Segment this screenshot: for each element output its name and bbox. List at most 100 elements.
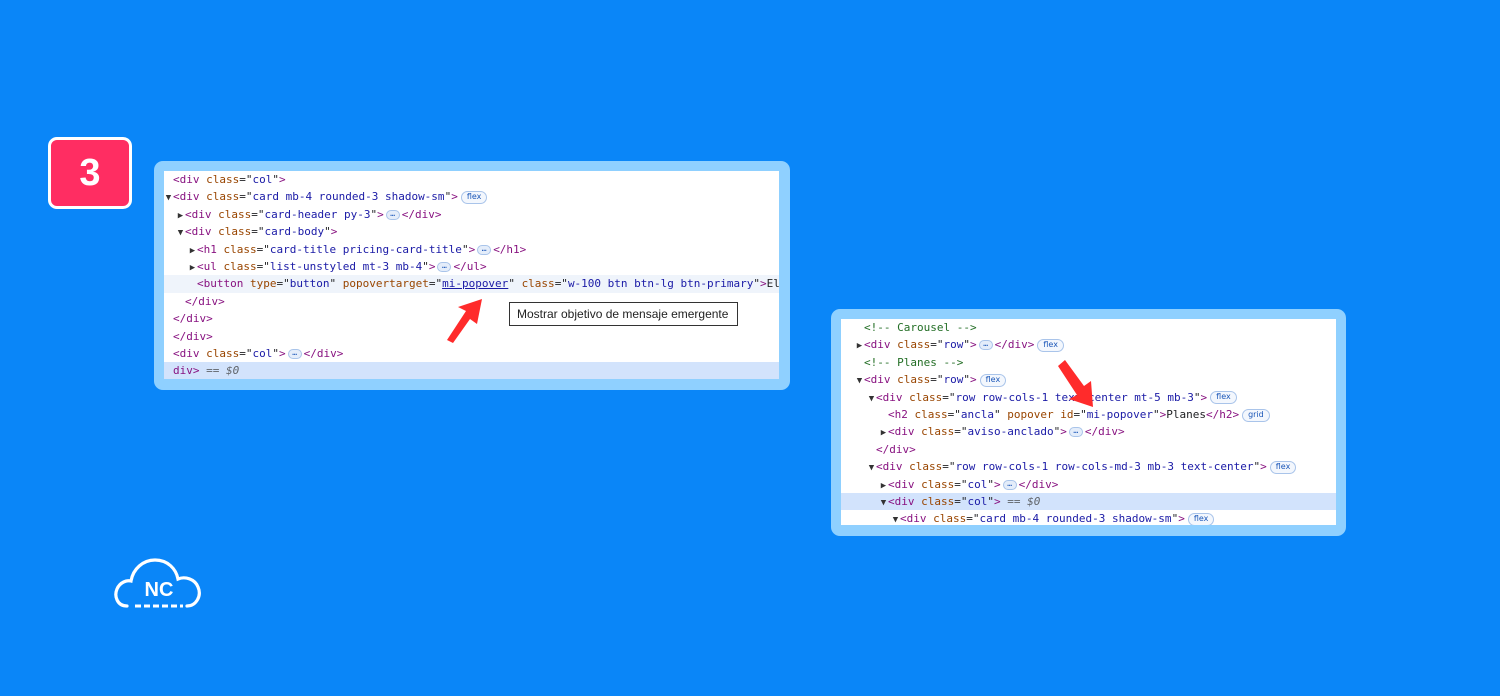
- code-token: class: [521, 277, 555, 291]
- code-token: >: [1178, 512, 1185, 525]
- code-token: col: [252, 173, 273, 186]
- layout-badge[interactable]: grid: [1242, 408, 1270, 422]
- code-token: col: [967, 495, 988, 508]
- code-token: card-title pricing-card-title: [269, 242, 462, 256]
- collapsed-ellipsis-icon[interactable]: …: [1002, 479, 1017, 490]
- code-token: ": [422, 260, 429, 273]
- code-token: button: [289, 277, 330, 291]
- dom-node-line[interactable]: ▶ <ul class="list-unstyled mt-3 mb-4">… </…: [164, 258, 779, 275]
- elements-tree-right: <!-- Carousel --> ▶ <div class="row">… </di…: [841, 319, 1336, 525]
- code-token: </div>: [401, 207, 442, 221]
- code-token: class: [206, 347, 240, 360]
- layout-badge[interactable]: flex: [1037, 338, 1064, 352]
- code-token: popover: [1007, 408, 1061, 421]
- code-token: =": [930, 338, 944, 352]
- code-token: </h2>: [1205, 408, 1240, 421]
- dom-node-line[interactable]: ▶ <h1 class="card-title pricing-card-titl…: [164, 241, 779, 258]
- dom-node-line[interactable]: <div class="col">: [164, 171, 779, 188]
- collapsed-ellipsis-icon[interactable]: …: [477, 244, 492, 255]
- code-token: ": [324, 225, 331, 239]
- code-token: ": [963, 338, 970, 352]
- code-token: class: [206, 173, 240, 186]
- code-token: <h2: [888, 408, 915, 421]
- dom-node-line[interactable]: ▼ <div class="card mb-4 rounded-3 shadow-…: [164, 188, 779, 205]
- collapsed-ellipsis-icon[interactable]: …: [385, 209, 400, 220]
- code-token: >: [451, 190, 458, 204]
- code-token: =": [251, 207, 265, 221]
- code-token: =": [554, 277, 568, 291]
- collapsed-ellipsis-icon[interactable]: …: [287, 349, 302, 359]
- code-token: card mb-4 rounded-3 shadow-sm: [252, 190, 445, 204]
- code-token: id: [1060, 408, 1074, 421]
- code-token: <button: [197, 277, 250, 291]
- collapsed-ellipsis-icon[interactable]: …: [978, 340, 993, 351]
- code-token: class: [206, 190, 240, 204]
- layout-badge[interactable]: flex: [1210, 391, 1237, 405]
- logo-text: NC: [145, 579, 174, 601]
- code-token: mi-popover: [1086, 408, 1153, 421]
- code-token: ": [1193, 390, 1201, 404]
- code-token: <div: [888, 425, 922, 439]
- dom-node-line[interactable]: ▼ <div class="card mb-4 rounded-3 shadow-…: [841, 510, 1336, 525]
- code-token: =": [930, 373, 944, 387]
- code-token: <div: [864, 373, 898, 387]
- code-token: == $0: [1000, 495, 1041, 508]
- code-token: =": [239, 347, 253, 360]
- popovertarget-link[interactable]: mi-popover: [442, 277, 508, 290]
- collapsed-ellipsis-icon[interactable]: …: [437, 262, 452, 272]
- code-token: =": [942, 390, 956, 404]
- code-token: row: [943, 373, 964, 387]
- dom-node-line[interactable]: <button type="button" popovertarget="mi-…: [164, 275, 779, 293]
- code-token: <div: [173, 190, 207, 204]
- dom-node-line[interactable]: div> == $0: [164, 362, 779, 379]
- layout-badge[interactable]: flex: [979, 373, 1007, 387]
- code-token: </h1>: [493, 242, 527, 256]
- dom-node-line[interactable]: </div>: [841, 441, 1336, 458]
- dom-node-line[interactable]: <!-- Carousel -->: [841, 319, 1336, 336]
- dom-node-line[interactable]: ▶ <div class="col">… </div>: [841, 476, 1336, 493]
- code-token: <!-- Planes -->: [864, 355, 964, 369]
- code-token: == $0: [206, 364, 240, 378]
- layout-badge[interactable]: flex: [1187, 512, 1215, 525]
- dom-node-line[interactable]: ▼ <div class="card-body">: [164, 223, 779, 240]
- dom-node-line[interactable]: ▼ <div class="row row-cols-1 row-cols-md-…: [841, 458, 1336, 475]
- code-token: popovertarget: [342, 277, 429, 291]
- code-token: <div: [185, 225, 219, 239]
- code-token: class: [914, 408, 948, 421]
- step-number-badge: 3: [48, 137, 132, 209]
- code-token: >: [468, 242, 476, 256]
- dom-node-line[interactable]: <div class="col">… </div>: [164, 345, 779, 362]
- layout-badge[interactable]: flex: [1269, 460, 1297, 474]
- expand-triangle-icon[interactable]: ▼: [891, 512, 900, 525]
- code-token: </div>: [1018, 477, 1059, 491]
- code-token: >: [279, 347, 286, 360]
- dom-node-line[interactable]: ▶ <div class="row">… </div> flex: [841, 336, 1336, 353]
- code-token: <div: [876, 390, 910, 404]
- code-token: </div>: [1084, 425, 1125, 439]
- code-token: ": [753, 277, 760, 291]
- code-token: class: [921, 477, 955, 491]
- dom-node-line[interactable]: ▼ <div class="col"> == $0: [841, 493, 1336, 511]
- code-token: =": [942, 460, 956, 474]
- dom-node-line[interactable]: ▶ <div class="aviso-anclado">… </div>: [841, 423, 1336, 440]
- code-token: </div>: [185, 294, 225, 308]
- code-token: =": [954, 425, 968, 439]
- code-token: ": [272, 173, 279, 186]
- code-token: ancla: [960, 408, 994, 421]
- code-token: >: [1260, 460, 1267, 474]
- code-token: card-body: [264, 225, 325, 239]
- code-token: col: [967, 477, 988, 491]
- code-token: <!-- Carousel -->: [864, 321, 977, 334]
- code-token: =": [954, 477, 968, 491]
- code-token: =": [251, 225, 265, 239]
- collapsed-ellipsis-icon[interactable]: …: [1068, 427, 1083, 438]
- devtools-panel-left: <div class="col"> ▼ <div class="card mb-4 …: [154, 161, 790, 390]
- code-token: col: [252, 347, 273, 360]
- code-token: >: [994, 477, 1001, 491]
- code-token: </div>: [994, 338, 1035, 352]
- layout-badge[interactable]: flex: [460, 190, 488, 204]
- code-token: class: [933, 512, 967, 525]
- code-token: >: [1200, 390, 1208, 404]
- dom-node-line[interactable]: ▶ <div class="card-header py-3">… </div>: [164, 206, 779, 223]
- code-token: =": [239, 173, 253, 186]
